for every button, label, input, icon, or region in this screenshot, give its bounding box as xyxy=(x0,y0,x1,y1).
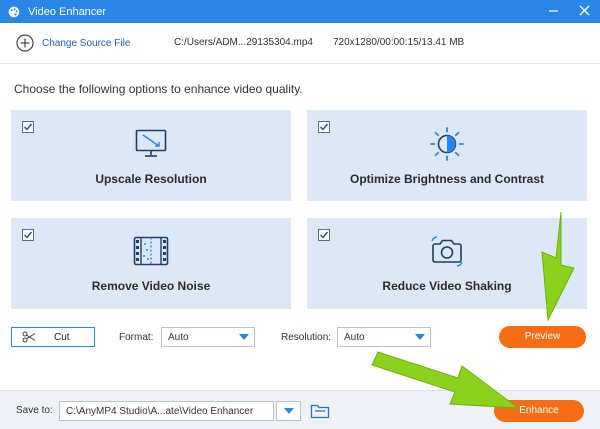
source-file-path: C:/Users/ADM...29135304.mp4 xyxy=(174,37,313,48)
option-remove-video-noise[interactable]: Remove Video Noise xyxy=(11,218,291,309)
save-path-field[interactable]: C:\AnyMP4 Studio\A...ate\Video Enhancer xyxy=(59,401,274,421)
brightness-icon xyxy=(429,126,465,167)
monitor-upscale-icon xyxy=(135,129,167,164)
noise-checkbox[interactable] xyxy=(22,229,34,241)
video-enhancer-window: Video Enhancer Change Source File C:/Use… xyxy=(0,0,600,429)
resolution-dropdown[interactable]: Auto xyxy=(337,327,431,347)
format-value: Auto xyxy=(168,332,189,343)
enhance-button[interactable]: Enhance xyxy=(494,400,584,422)
annotation-arrows xyxy=(371,211,575,409)
header-divider xyxy=(0,63,600,64)
cut-button[interactable]: Cut xyxy=(11,327,95,347)
format-label: Format: xyxy=(119,332,154,343)
save-path-value: C:\AnyMP4 Studio\A...ate\Video Enhancer xyxy=(66,406,254,417)
option-optimize-brightness[interactable]: Optimize Brightness and Contrast xyxy=(307,110,587,201)
brightness-checkbox[interactable] xyxy=(318,121,330,133)
save-path-dropdown[interactable] xyxy=(276,401,301,421)
source-file-info: 720x1280/00:00:15/13.41 MB xyxy=(333,37,465,48)
folder-icon[interactable] xyxy=(310,402,330,420)
window-title: Video Enhancer xyxy=(28,5,107,18)
close-icon[interactable] xyxy=(579,5,590,18)
palette-icon xyxy=(8,6,20,18)
resolution-value: Auto xyxy=(344,332,365,343)
format-dropdown[interactable]: Auto xyxy=(161,327,255,347)
instruction-text: Choose the following options to enhance … xyxy=(14,82,303,96)
resolution-label: Resolution: xyxy=(281,332,332,343)
film-noise-icon xyxy=(133,236,169,271)
shaking-checkbox[interactable] xyxy=(318,229,330,241)
noise-label: Remove Video Noise xyxy=(91,279,211,293)
preview-button[interactable]: Preview xyxy=(499,326,586,348)
upscale-label: Upscale Resolution xyxy=(95,172,207,186)
upscale-checkbox[interactable] xyxy=(22,121,34,133)
brightness-label: Optimize Brightness and Contrast xyxy=(349,172,545,186)
cut-label: Cut xyxy=(54,332,70,343)
title-bar: Video Enhancer xyxy=(0,0,600,23)
option-upscale-resolution[interactable]: Upscale Resolution xyxy=(11,110,291,201)
minimize-icon[interactable] xyxy=(548,5,559,18)
source-file-row: Change Source File C:/Users/ADM...291353… xyxy=(0,23,600,63)
scissors-icon xyxy=(22,331,36,343)
camera-stabilize-icon xyxy=(429,235,465,272)
chevron-down-icon xyxy=(284,408,294,414)
chevron-down-icon xyxy=(239,334,249,340)
add-circle-icon[interactable] xyxy=(16,34,34,52)
option-reduce-video-shaking[interactable]: Reduce Video Shaking xyxy=(307,218,587,309)
save-to-label: Save to: xyxy=(16,405,53,416)
shaking-label: Reduce Video Shaking xyxy=(382,279,512,293)
change-source-file-link[interactable]: Change Source File xyxy=(42,38,130,49)
chevron-down-icon xyxy=(415,334,425,340)
bottom-bar: Save to: C:\AnyMP4 Studio\A...ate\Video … xyxy=(0,390,600,429)
